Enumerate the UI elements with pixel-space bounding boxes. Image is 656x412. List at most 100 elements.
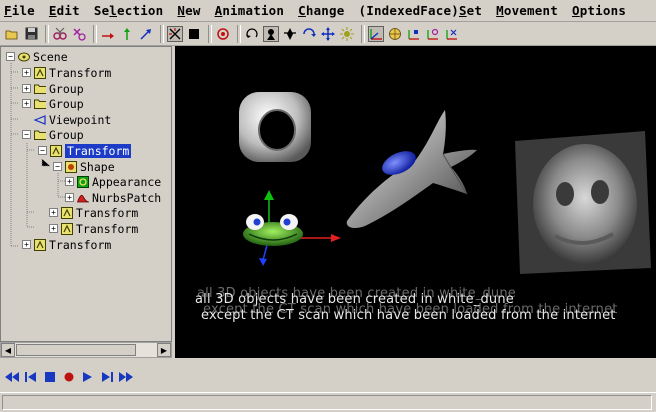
status-bar [0,392,656,412]
move-up-icon[interactable] [119,26,135,42]
collapse-toggle[interactable]: − [6,52,15,61]
fast-forward-icon[interactable] [118,370,133,385]
animation-playback-bar [0,366,656,388]
frog-object[interactable] [243,214,303,246]
airplane-object[interactable] [346,110,477,229]
solid-square-icon[interactable] [186,26,202,42]
collapse-toggle[interactable]: − [22,130,31,139]
expand-toggle[interactable]: + [65,177,74,186]
group-icon [34,129,46,141]
menu-change[interactable]: Change [298,3,344,18]
tree-node-scene[interactable]: − Scene [6,49,68,64]
scroll-right-icon[interactable]: ▶ [157,343,171,357]
expand-toggle[interactable]: + [49,224,58,233]
tree-node-label: Transform [76,221,139,236]
transform-icon [61,206,73,219]
transform-icon [34,238,46,251]
expand-toggle[interactable]: + [22,68,31,77]
expand-toggle[interactable]: + [22,84,31,93]
tree-node-group[interactable]: + Group [22,96,84,111]
stop-icon[interactable] [42,370,57,385]
center-axes-icon[interactable] [444,26,460,42]
examine-icon[interactable] [263,25,279,42]
move-diagonal-icon[interactable] [138,26,154,42]
toolbar [0,22,656,46]
hollow-cube-object[interactable] [239,92,311,162]
toolbar-separator [93,24,97,43]
fly-icon[interactable] [282,26,298,42]
tree-node-label: Viewpoint [49,112,112,127]
tree-node-transform-selected[interactable]: − Transform [38,143,132,158]
target-icon[interactable] [215,26,231,42]
caption-line2: except the CT scan which have been loade… [201,308,616,323]
pan-icon[interactable] [320,26,336,42]
transform-icon [34,66,46,79]
tree-node-shape[interactable]: − Shape [53,159,115,174]
appearance-icon [77,175,89,188]
globe-icon[interactable] [387,26,403,42]
tree-node-label: Transform [65,143,132,158]
record-icon[interactable] [61,370,76,385]
move-right-icon[interactable] [100,26,116,42]
scroll-left-icon[interactable]: ◀ [1,343,15,357]
tree-node-label: Appearance [92,174,162,189]
menu-file[interactable]: File [4,3,35,18]
rotate-icon[interactable] [244,26,260,42]
scroll-thumb[interactable] [16,344,136,356]
group-icon [34,83,46,95]
menu-animation[interactable]: Animation [215,3,285,18]
tree-node-viewpoint[interactable]: Viewpoint [34,112,111,127]
tree-node-transform[interactable]: + Transform [49,205,138,220]
walk-icon[interactable] [301,26,317,42]
collapse-toggle[interactable]: − [38,146,47,155]
rotate-axes-icon[interactable] [425,26,441,42]
tree-node-label: Scene [33,49,68,64]
tree-node-label: Group [49,81,84,96]
menu-new[interactable]: New [177,3,200,18]
skip-end-icon[interactable] [99,370,114,385]
expand-toggle[interactable]: + [65,193,74,202]
tree-node-nurbspatch[interactable]: + NurbsPatch [65,190,161,205]
tree-node-label: Group [49,127,84,142]
menu-selection[interactable]: Selection [94,3,164,18]
paste-icon[interactable] [71,26,87,42]
transform-icon [50,144,62,157]
play-icon[interactable] [80,370,95,385]
tree-node-transform[interactable]: + Transform [22,237,111,252]
expand-toggle[interactable]: + [49,208,58,217]
menu-indexedfaceset[interactable]: (IndexedFace)Set [359,3,483,18]
expand-toggle[interactable]: + [22,99,31,108]
scene-tree-panel: − Scene + Transform + Group + Group View… [0,46,172,342]
tree-node-appearance[interactable]: + Appearance [65,174,161,189]
menu-edit[interactable]: Edit [49,3,80,18]
tree-node-transform[interactable]: + Transform [22,65,111,80]
tree-horizontal-scrollbar[interactable]: ◀ ▶ [0,342,172,358]
toolbar-separator [160,24,164,43]
toolbar-separator [45,24,49,43]
toolbar-separator [208,24,212,43]
3d-viewport[interactable]: all 3D objects have been created in whit… [175,46,656,358]
menu-options[interactable]: Options [572,3,626,18]
group-icon [34,98,46,110]
skip-start-icon[interactable] [23,370,38,385]
scene-icon [18,51,30,63]
cut-icon[interactable] [52,26,68,42]
scale-axes-icon[interactable] [406,26,422,42]
tree-node-label: Transform [49,65,112,80]
tree-node-transform[interactable]: + Transform [49,221,138,236]
expand-toggle[interactable]: + [22,240,31,249]
viewpoint-icon [34,114,46,126]
ct-scan-skull-object[interactable] [515,131,651,274]
collapse-toggle[interactable]: − [53,162,62,171]
open-folder-icon[interactable] [4,26,20,42]
rewind-icon[interactable] [4,370,19,385]
tree-node-group[interactable]: + Group [22,81,84,96]
toolbar-separator [237,24,241,43]
save-icon[interactable] [23,26,39,42]
menu-movement[interactable]: Movement [496,3,558,18]
cross-tool-icon[interactable] [167,25,183,42]
axes-icon[interactable] [368,25,384,42]
transform-icon [61,222,73,235]
sun-icon[interactable] [339,26,355,42]
tree-node-group[interactable]: − Group [22,127,84,142]
